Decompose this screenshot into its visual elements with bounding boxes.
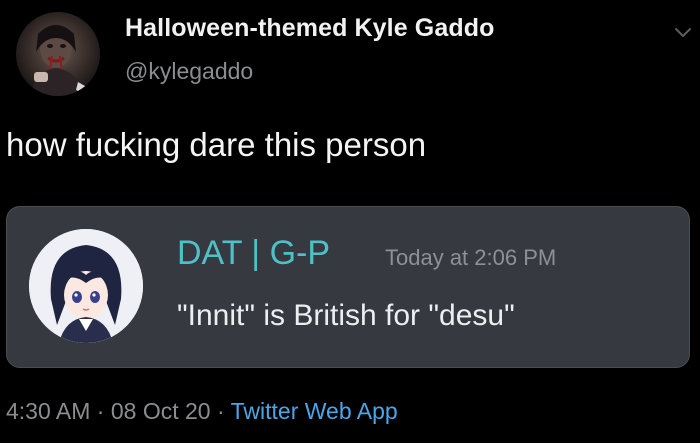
discord-username[interactable]: DAT | G-P — [177, 234, 330, 273]
profile-photo-icon — [30, 25, 92, 96]
separator: · — [96, 398, 105, 424]
tweet-card: Halloween-themed Kyle Gaddo @kylegaddo h… — [0, 0, 700, 443]
profile-avatar[interactable] — [16, 12, 100, 96]
embedded-discord-message: DAT | G-P Today at 2:06 PM "Innit" is Br… — [6, 206, 690, 368]
chevron-down-icon[interactable] — [672, 22, 694, 44]
user-handle[interactable]: @kylegaddo — [125, 58, 253, 85]
anime-avatar-icon — [29, 229, 143, 343]
display-name[interactable]: Halloween-themed Kyle Gaddo — [125, 14, 494, 43]
discord-timestamp: Today at 2:06 PM — [385, 245, 557, 270]
separator: · — [216, 398, 225, 424]
tweet-metadata: 4:30 AM · 08 Oct 20 · Twitter Web App — [6, 398, 398, 425]
tweet-date[interactable]: 08 Oct 20 — [111, 398, 211, 424]
tweet-source-link[interactable]: Twitter Web App — [231, 398, 398, 424]
discord-avatar — [29, 229, 143, 343]
discord-message-text: "Innit" is British for "desu" — [177, 299, 515, 332]
tweet-text: how fucking dare this person — [6, 126, 427, 163]
tweet-time[interactable]: 4:30 AM — [6, 398, 90, 424]
